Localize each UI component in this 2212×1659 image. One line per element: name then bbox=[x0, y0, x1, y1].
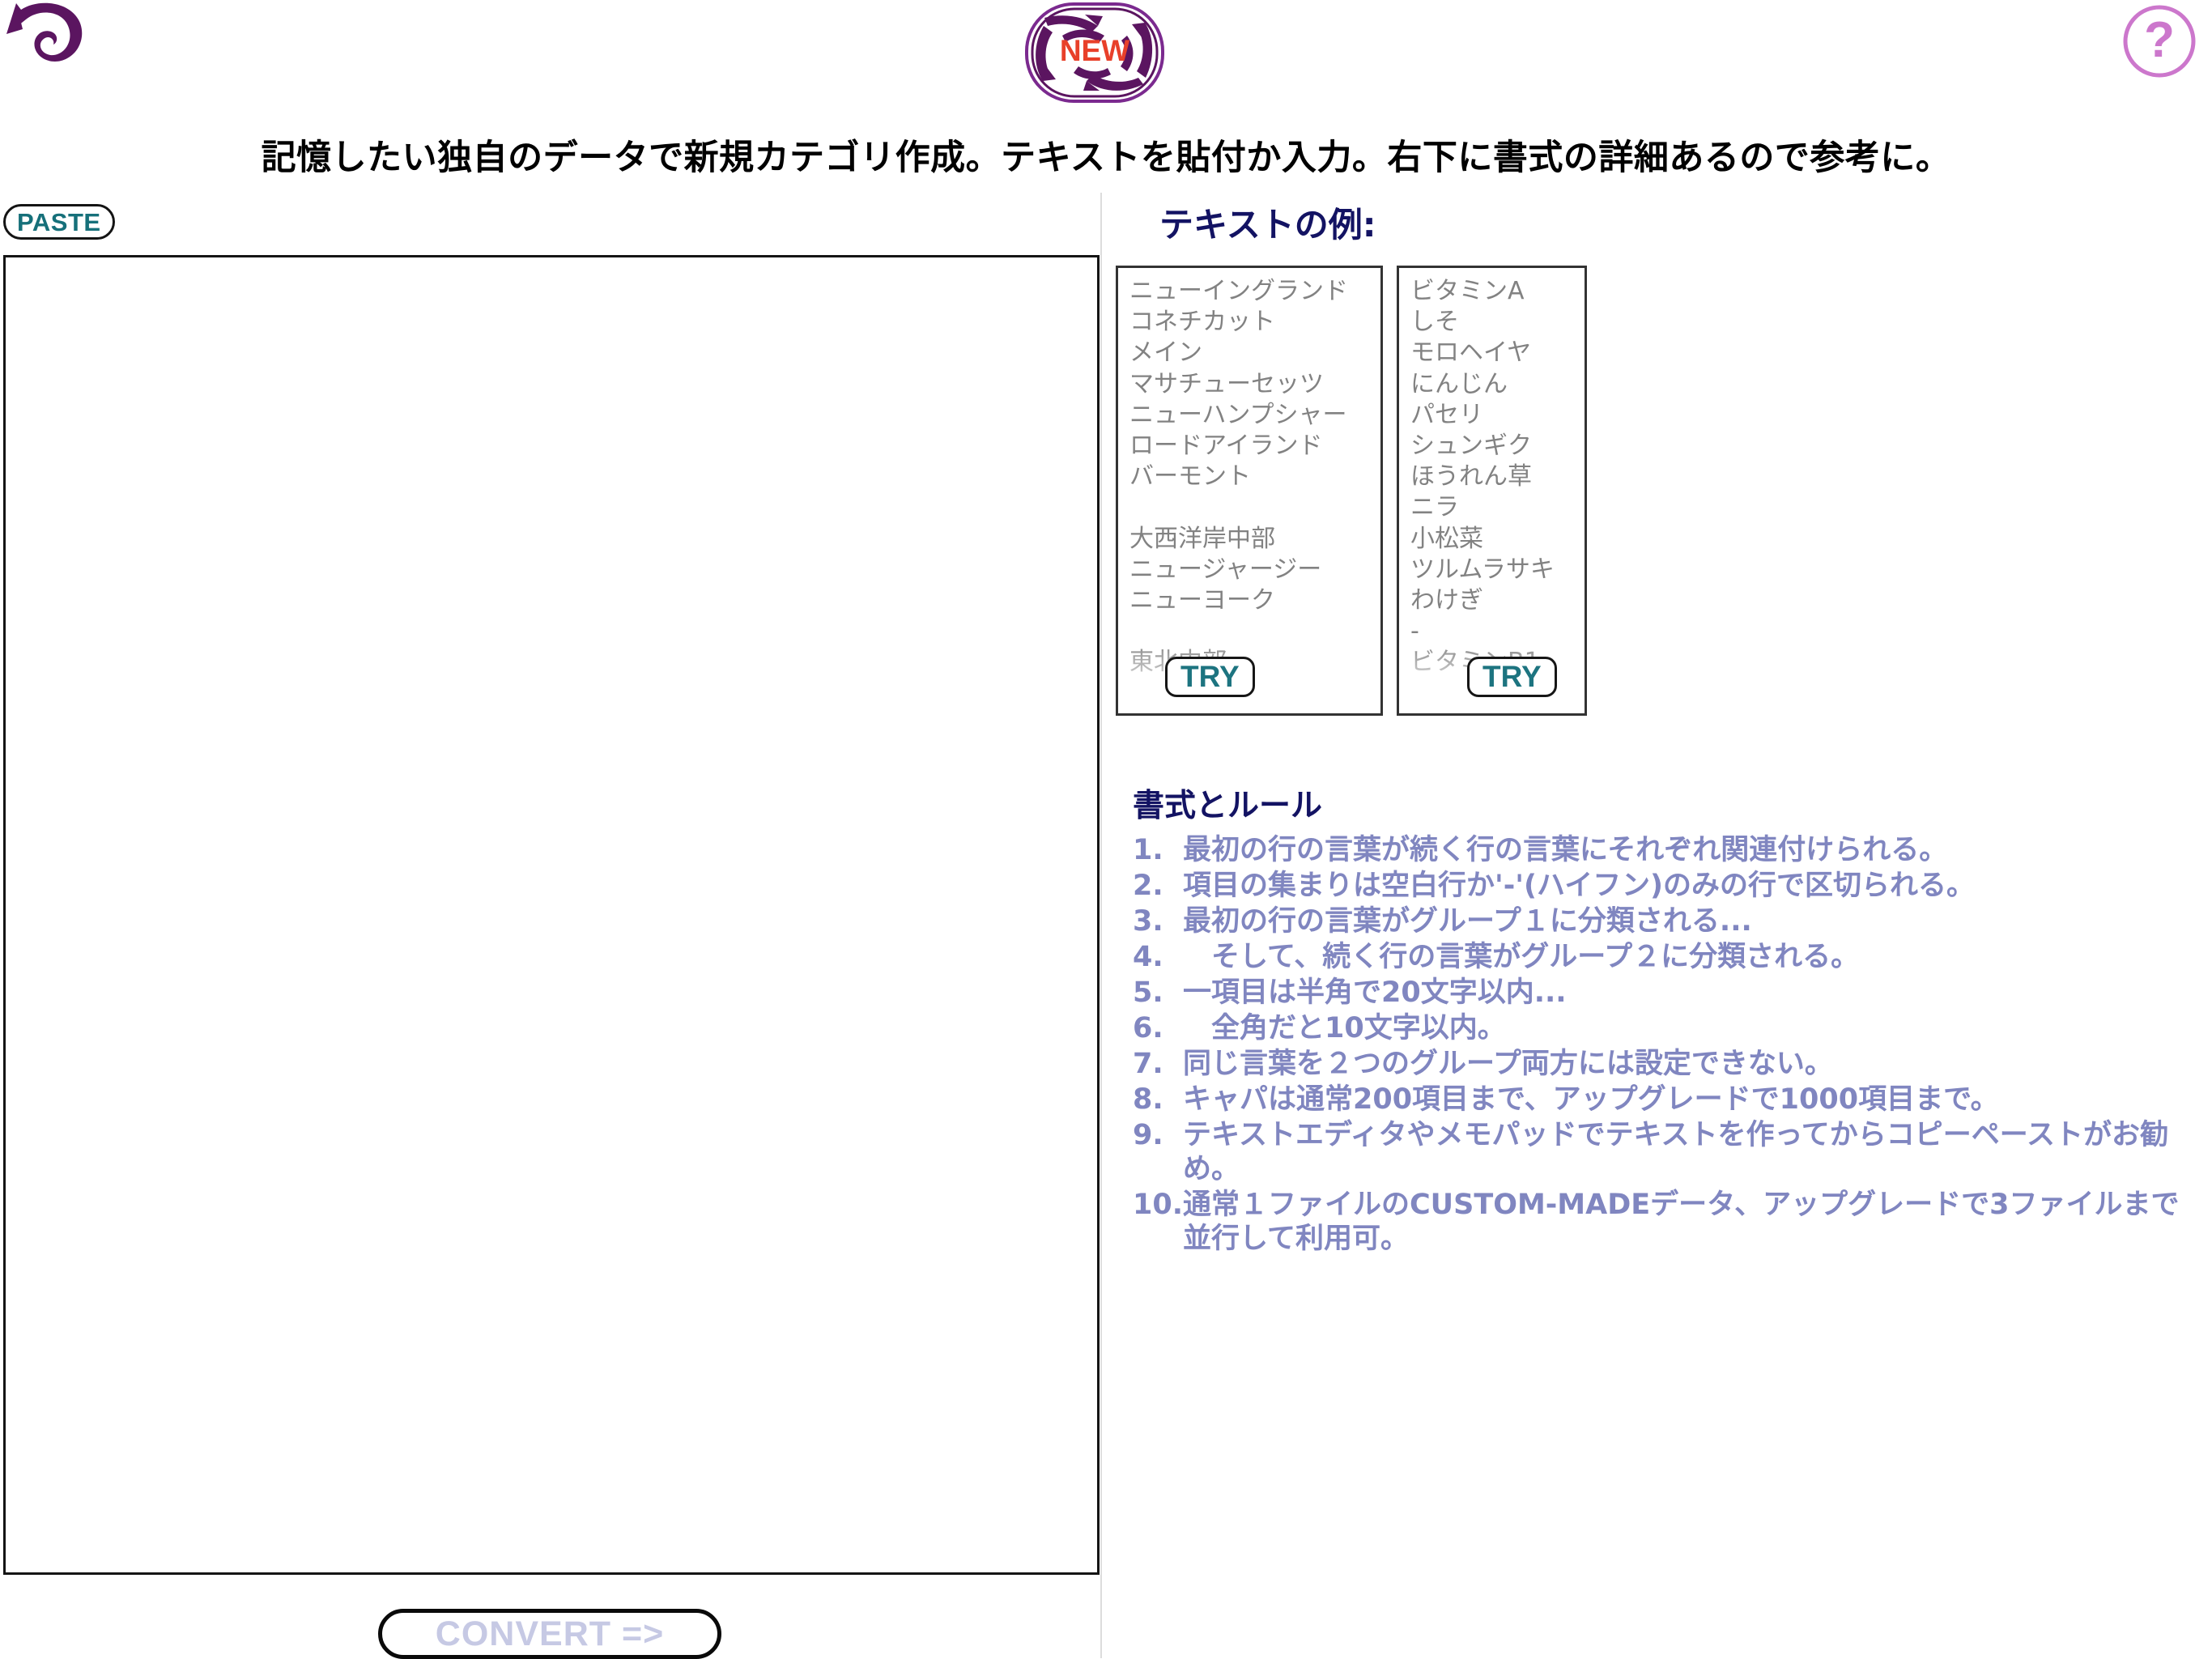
new-badge-logo[interactable]: NEW bbox=[1014, 0, 1176, 105]
example-box-1-text: ニューイングランド コネチカット メイン マサチューセッツ ニューハンプシャー … bbox=[1129, 277, 1348, 676]
example-box-1: ニューイングランド コネチカット メイン マサチューセッツ ニューハンプシャー … bbox=[1116, 266, 1383, 716]
rule-item-text: 同じ言葉を２つのグループ両方には設定できない。 bbox=[1183, 1048, 1833, 1080]
rules-section: 書式とルール 最初の行の言葉が続く行の言葉にそれぞれ関連付けられる。 項目の集まり… bbox=[1133, 781, 2201, 1257]
rule-item: 通常１ファイルのCUSTOM-MADEデータ、アップグレードで3ファイルまで並行… bbox=[1133, 1188, 2201, 1256]
help-button-label: ? bbox=[2144, 12, 2175, 68]
rule-item-text: 一項目は半角で20文字以内... bbox=[1183, 976, 1567, 1009]
rule-item-text: 項目の集まりは空白行か'-'(ハイフン)のみの行で区切られる。 bbox=[1183, 870, 1975, 902]
new-badge-label: NEW bbox=[1059, 34, 1130, 67]
rule-item-text: キャパは通常200項目まで、アップグレードで1000項目まで。 bbox=[1183, 1083, 1999, 1116]
rule-item: キャパは通常200項目まで、アップグレードで1000項目まで。 bbox=[1133, 1083, 2201, 1117]
rule-item: 同じ言葉を２つのグループ両方には設定できない。 bbox=[1133, 1047, 2201, 1081]
example-box-2: ビタミンA しそ モロヘイヤ にんじん パセリ シュンギク ほうれん草 ニラ 小… bbox=[1397, 266, 1587, 716]
rule-item: 全角だと10文字以内。 bbox=[1133, 1011, 2201, 1045]
example-box-2-text: ビタミンA しそ モロヘイヤ にんじん パセリ シュンギク ほうれん草 ニラ 小… bbox=[1410, 277, 1555, 676]
rule-item: 項目の集まりは空白行か'-'(ハイフン)のみの行で区切られる。 bbox=[1133, 869, 2201, 903]
back-arrow-icon bbox=[6, 2, 83, 62]
rule-item-text: 通常１ファイルのCUSTOM-MADEデータ、アップグレードで3ファイルまで並行… bbox=[1183, 1189, 2180, 1255]
rules-heading: 書式とルール bbox=[1133, 788, 1323, 824]
column-divider bbox=[1100, 193, 1102, 1658]
rule-item-text: 全角だと10文字以内。 bbox=[1183, 1012, 1506, 1044]
rule-item: そして、続く行の言葉がグループ２に分類される。 bbox=[1133, 940, 2201, 974]
rules-list: 最初の行の言葉が続く行の言葉にそれぞれ関連付けられる。 項目の集まりは空白行か'-… bbox=[1133, 833, 2201, 1256]
rule-item-text: 最初の行の言葉が続く行の言葉にそれぞれ関連付けられる。 bbox=[1183, 834, 1948, 866]
examples-heading: テキストの例: bbox=[1159, 205, 1376, 245]
rule-item: 最初の行の言葉が続く行の言葉にそれぞれ関連付けられる。 bbox=[1133, 833, 2201, 867]
try-button-1[interactable]: TRY bbox=[1165, 657, 1255, 697]
examples-row: ニューイングランド コネチカット メイン マサチューセッツ ニューハンプシャー … bbox=[1116, 266, 1602, 716]
page-title: 記憶したい独自のデータで新規カテゴリ作成。テキストを貼付か入力。右下に書式の詳細… bbox=[261, 138, 1951, 178]
convert-button[interactable]: CONVERT => bbox=[378, 1609, 721, 1659]
top-bar: NEW ? bbox=[0, 0, 2212, 103]
paste-button[interactable]: PASTE bbox=[3, 204, 115, 240]
help-button[interactable]: ? bbox=[2121, 3, 2197, 79]
try-button-2[interactable]: TRY bbox=[1467, 657, 1557, 697]
rule-item-text: 最初の行の言葉がグループ１に分類される... bbox=[1183, 905, 1752, 938]
paste-textarea[interactable] bbox=[3, 255, 1100, 1575]
rule-item: 一項目は半角で20文字以内... bbox=[1133, 976, 2201, 1010]
rule-item-text: そして、続く行の言葉がグループ２に分類される。 bbox=[1183, 941, 1860, 973]
back-arrow-button[interactable] bbox=[5, 2, 99, 79]
rule-item-text: テキストエディタやメモパッドでテキストを作ってからコピーペーストがお勧め。 bbox=[1183, 1119, 2168, 1185]
rule-item: 最初の行の言葉がグループ１に分類される... bbox=[1133, 904, 2201, 938]
rule-item: テキストエディタやメモパッドでテキストを作ってからコピーペーストがお勧め。 bbox=[1133, 1118, 2201, 1186]
